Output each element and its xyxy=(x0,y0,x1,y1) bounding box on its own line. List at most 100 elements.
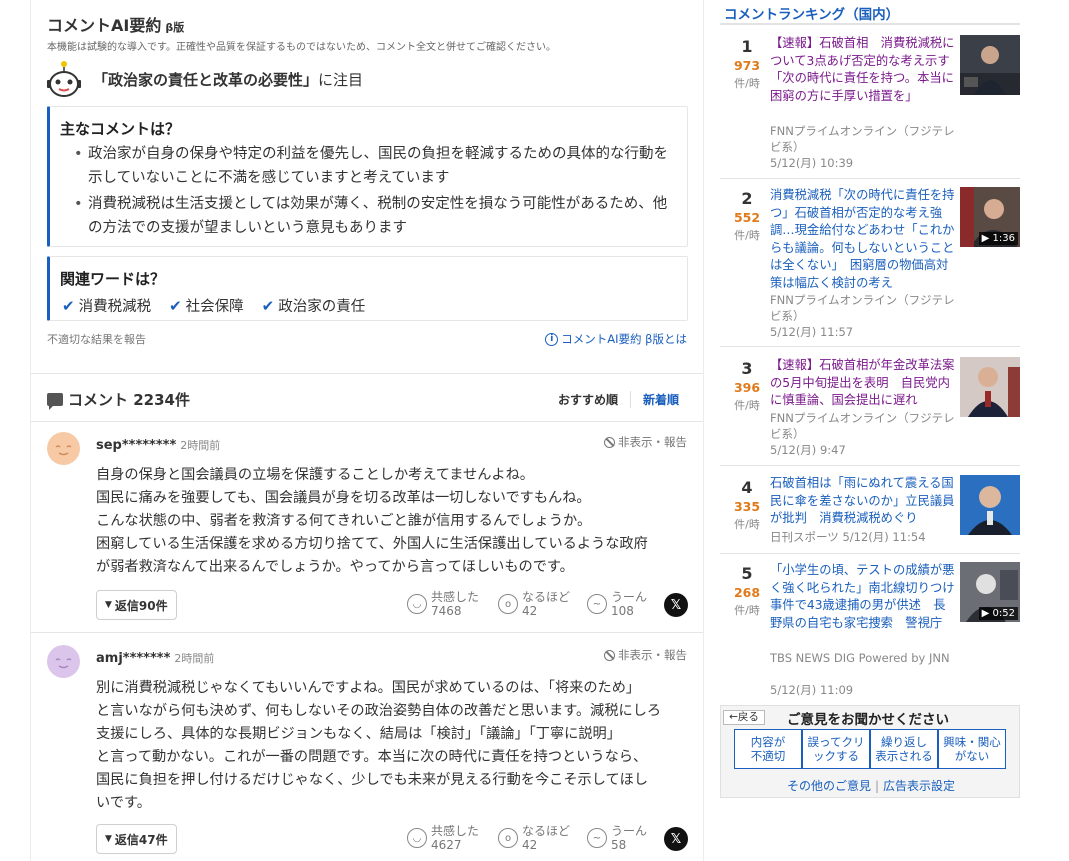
video-duration-badge: ▶ 0:52 xyxy=(978,607,1018,620)
rank-thumbnail[interactable] xyxy=(960,357,1020,417)
ranking-item[interactable]: 1 973 件/時 【速報】石破首相 消費税減税について3点あげ否定的な考え示す… xyxy=(720,33,1020,177)
uun-button[interactable]: ~ うーん 108 xyxy=(587,590,647,618)
comment-line: 自身の保身と国会議員の立場を保護することしか考えてませんよね。 xyxy=(96,467,534,483)
rank-headline[interactable]: 【速報】石破首相が年金改革法案の5月中旬提出を表明 自民党内に慎重論、国会提出に… xyxy=(770,357,956,410)
comment-line: 困窮している生活保護を求める方切り捨てて、外国人に生活保護出しているような政府 xyxy=(96,536,648,552)
rank-date: 5/12(月) 11:54 xyxy=(842,530,926,544)
related-word[interactable]: ✔ 社会保障 xyxy=(169,295,244,316)
rank-thumbnail[interactable] xyxy=(960,475,1020,535)
uun-button[interactable]: ~ うーん 58 xyxy=(587,824,647,852)
rank-unit: 件/時 xyxy=(734,518,760,531)
naruhodo-button[interactable]: o なるほど 42 xyxy=(498,824,570,852)
ai-summary-title-text: コメントAI要約 xyxy=(47,16,162,35)
main-comments-heading: 主なコメントは？ xyxy=(60,120,181,138)
feedback-misclick-button[interactable]: 誤ってクリ ックする xyxy=(802,729,870,769)
comment-bubble-icon xyxy=(47,393,63,410)
rank-headline[interactable]: 【速報】石破首相 消費税減税について3点あげ否定的な考え示す「次の時代に責任を持… xyxy=(770,35,956,105)
x-share-icon[interactable]: 𝕏 xyxy=(664,827,688,851)
rank-count: 973 xyxy=(733,58,761,73)
smile-face-icon xyxy=(55,445,72,456)
section-divider xyxy=(31,373,703,374)
feedback-button-label: 興味・関心 がない xyxy=(943,735,1001,763)
main-comment-point: 消費税減税は生活支援としては効果が薄く、税制の安定性を損なう可能性があるため、他… xyxy=(74,193,674,240)
ad-settings-link[interactable]: 広告表示設定 xyxy=(883,779,955,793)
ranking-title-underline xyxy=(720,23,1020,25)
naruhodo-button[interactable]: o なるほど 42 xyxy=(498,590,570,618)
main-comments-box: 主なコメントは？ 政治家が自身の保身や特定の利益を優先し、国民の負担を軽減するた… xyxy=(47,106,688,247)
sort-newest-tab[interactable]: 新着順 xyxy=(631,391,679,408)
confused-icon: ~ xyxy=(587,828,607,848)
related-word-label: 社会保障 xyxy=(185,299,244,315)
comment-line: こんな状態の中、弱者を救済する何てきれいごと誰が信用するんでしょうか。 xyxy=(96,513,592,529)
hide-report-label: 非表示・報告 xyxy=(618,435,687,449)
empathy-button[interactable]: ◡ 共感した 7468 xyxy=(407,590,479,618)
feedback-button-label: 内容が 不適切 xyxy=(750,735,786,763)
feedback-repeated-button[interactable]: 繰り返し 表示される xyxy=(870,729,938,769)
rank-number: 1 xyxy=(741,37,753,56)
comment-item: amj******* 2時間前 非表示・報告 別に消費税減税じゃなくてもいいんです… xyxy=(31,633,703,861)
comments-header: コメント 2234件 xyxy=(47,389,190,410)
check-icon: ✔ xyxy=(169,296,182,315)
ranking-item[interactable]: 3 396 件/時 【速報】石破首相が年金改革法案の5月中旬提出を表明 自民党内… xyxy=(720,347,1020,464)
video-duration-badge: ▶ 1:36 xyxy=(978,232,1018,245)
sort-recommended-tab[interactable]: おすすめ順 xyxy=(546,391,631,408)
focus-topic-text: 「政治家の責任と改革の必要性」 xyxy=(93,71,319,89)
comments-count-title: コメント 2234件 xyxy=(68,391,190,409)
x-share-icon[interactable]: 𝕏 xyxy=(664,593,688,617)
ranking-item[interactable]: 5 268 件/時 「小学生の頃、テストの成績が悪く強く叱られた」南北線切りつけ… xyxy=(720,554,1020,700)
rank-thumbnail[interactable] xyxy=(960,35,1020,95)
focus-suffix: に注目 xyxy=(318,71,364,89)
rank-number: 3 xyxy=(741,359,753,378)
ranking-item[interactable]: 2 552 件/時 消費税減税「次の時代に責任を持つ」石破首相が否定的な考え強調… xyxy=(720,179,1020,345)
rank-count: 268 xyxy=(733,585,761,600)
empathy-count: 7468 xyxy=(431,604,462,618)
rank-headline[interactable]: 消費税減税「次の時代に責任を持つ」石破首相が否定的な考え強調…現金給付などあわせ… xyxy=(770,187,956,292)
rank-thumbnail[interactable]: ▶ 0:52 xyxy=(960,562,1020,622)
beta-label: β版 xyxy=(165,21,185,34)
rank-headline[interactable]: 「小学生の頃、テストの成績が悪く強く叱られた」南北線切りつけ事件で43歳逮捕の男… xyxy=(770,562,956,632)
rank-source: FNNプライムオンライン（フジテレビ系） xyxy=(770,123,956,155)
comment-item: sep******** 2時間前 非表示・報告 自身の保身と国会議員の立場を保護す… xyxy=(31,422,703,632)
hide-report-button[interactable]: 非表示・報告 xyxy=(604,647,687,663)
uun-label: うーん xyxy=(611,590,648,604)
rank-date: 5/12(月) 10:39 xyxy=(770,156,854,170)
ranking-title: コメントランキング（国内） xyxy=(724,7,900,23)
other-feedback-link[interactable]: その他のご意見 xyxy=(787,779,871,793)
related-word[interactable]: ✔ 消費税減税 xyxy=(62,295,151,316)
surprised-icon: o xyxy=(498,594,518,614)
replies-button[interactable]: ▼ 返信90件 xyxy=(96,590,177,620)
empathy-button[interactable]: ◡ 共感した 4627 xyxy=(407,824,479,852)
rank-unit: 件/時 xyxy=(734,229,760,242)
ranking-sidebar: コメントランキング（国内） 1 973 件/時 【速報】石破首相 消費税減税につ… xyxy=(720,0,1020,861)
ranking-item[interactable]: 4 335 件/時 石破首相は「雨にぬれて震える国民に傘を差さないのか」立民議員… xyxy=(720,466,1020,552)
comment-line: 支援にしろ、具体的な長期ビジョンもなく、結局は「検討」「議論」「丁寧に説明」 xyxy=(96,726,621,742)
hide-report-button[interactable]: 非表示・報告 xyxy=(604,434,687,450)
rank-source: FNNプライムオンライン（フジテレビ系） xyxy=(770,411,955,441)
feedback-inappropriate-button[interactable]: 内容が 不適切 xyxy=(734,729,802,769)
replies-label: 返信90件 xyxy=(114,598,168,613)
username: sep******** xyxy=(96,438,177,453)
report-result-link[interactable]: 不適切な結果を報告 xyxy=(47,331,146,347)
naruhodo-count: 42 xyxy=(522,604,538,618)
back-button[interactable]: ←戻る xyxy=(723,710,765,725)
related-word[interactable]: ✔ 政治家の責任 xyxy=(262,295,366,316)
about-ai-summary-link[interactable]: i コメントAI要約 β版とは xyxy=(545,331,687,347)
comment-line: と言いながら何も決めず、何もしないその政治姿勢自体の改善だと思います。減税にしろ xyxy=(96,703,662,719)
rank-unit: 件/時 xyxy=(734,77,760,90)
robot-mascot-icon xyxy=(47,61,81,97)
uun-label: うーん xyxy=(611,824,648,838)
related-words-heading: 関連ワードは？ xyxy=(60,270,166,288)
rank-source: 日刊スポーツ xyxy=(770,530,839,544)
feedback-not-interested-button[interactable]: 興味・関心 がない xyxy=(938,729,1006,769)
naruhodo-label: なるほど xyxy=(522,824,571,838)
rank-thumbnail[interactable]: ▶ 1:36 xyxy=(960,187,1020,247)
rank-headline[interactable]: 石破首相は「雨にぬれて震える国民に傘を差さないのか」立民議員が批判 消費税減税め… xyxy=(770,475,956,528)
confused-icon: ~ xyxy=(587,594,607,614)
comment-user[interactable]: amj******* 2時間前 xyxy=(96,650,214,666)
comment-line: が弱者救済なんて出来るんでしょうか。やってから言ってほしいものです。 xyxy=(96,559,574,575)
ai-summary-title: コメントAI要約 β版 xyxy=(47,12,184,36)
comment-user[interactable]: sep******** 2時間前 xyxy=(96,437,220,453)
rank-unit: 件/時 xyxy=(734,399,760,412)
replies-button[interactable]: ▼ 返信47件 xyxy=(96,824,177,854)
surprised-icon: o xyxy=(498,828,518,848)
